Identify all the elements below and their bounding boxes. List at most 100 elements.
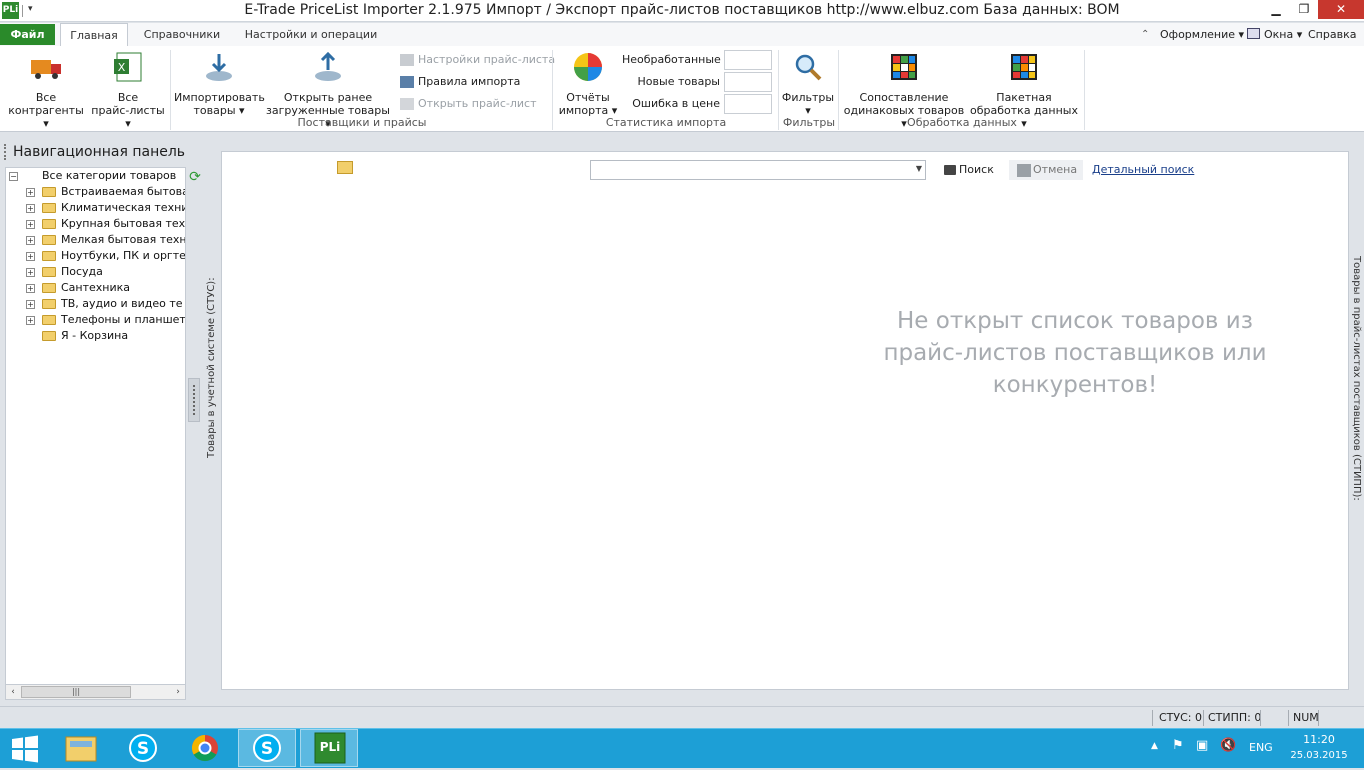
group-suppliers-label: Поставщики и прайсы (297, 116, 427, 129)
all-pricelists-button[interactable]: X Все прайс-листы ▾ (88, 50, 168, 130)
svg-text:X: X (118, 61, 126, 74)
tree-expand-icon[interactable]: + (26, 188, 35, 197)
rubik-cube-icon (891, 54, 917, 80)
open-pricelist-button[interactable]: Открыть прайс-лист (400, 94, 536, 114)
cancel-button[interactable]: Отмена (1009, 160, 1083, 180)
settings-icon (400, 54, 414, 66)
upload-icon (315, 51, 341, 81)
chevron-down-icon[interactable]: ▼ (916, 164, 922, 173)
tab-references[interactable]: Справочники (132, 23, 232, 46)
tree-root[interactable]: Все категории товаров (42, 168, 176, 184)
excel-icon: X (114, 52, 142, 82)
tree-item[interactable]: Телефоны и планшет (61, 312, 185, 328)
minimize-button[interactable]: ▁ (1262, 0, 1290, 19)
clock-date[interactable]: 25.03.2015 (1289, 750, 1349, 761)
folder-icon (42, 267, 56, 277)
import-goods-button[interactable]: Импортировать товары ▾ (174, 50, 265, 117)
import-reports-label-1: Отчёты (566, 91, 610, 104)
taskbar-pricelist-importer[interactable]: PLi (300, 729, 358, 767)
tree-expand-icon[interactable]: + (26, 268, 35, 277)
tab-settings[interactable]: Настройки и операции (236, 23, 386, 46)
windows-icon (1247, 28, 1260, 39)
svg-text:S: S (137, 739, 149, 759)
all-pricelists-label-2: прайс-листы ▾ (91, 104, 165, 130)
folder-icon (42, 251, 56, 261)
help-menu[interactable]: Справка ▾ (1308, 23, 1364, 64)
clock-time[interactable]: 11:20 (1291, 733, 1347, 746)
empty-message-line-3: конкурентов! (992, 372, 1158, 398)
tab-file[interactable]: Файл (0, 24, 55, 45)
panel-grip[interactable] (4, 144, 7, 160)
taskbar-skype-2[interactable]: S (238, 729, 296, 767)
stipp-side-label[interactable]: Товары в прайс-листах поставщиков (СТИПП… (1351, 256, 1362, 501)
import-goods-label-1: Импортировать (174, 91, 265, 104)
tree-expand-icon[interactable]: + (26, 252, 35, 261)
close-button[interactable]: ✕ (1318, 0, 1364, 19)
folder-icon (42, 187, 56, 197)
ribbon-tabs: Файл Главная Справочники Настройки и опе… (0, 23, 1364, 64)
taskbar-skype-1[interactable]: S (114, 729, 172, 767)
tree-item[interactable]: ТВ, аудио и видео те (61, 296, 183, 312)
speaker-muted-icon[interactable]: 🔇 (1220, 738, 1236, 753)
match-goods-label-1: Сопоставление (859, 91, 949, 104)
tree-expand-icon[interactable]: + (26, 300, 35, 309)
tree-item[interactable]: Сантехника (61, 280, 130, 296)
tree-item[interactable]: Встраиваемая бытова (61, 184, 185, 200)
search-combobox[interactable]: ▼ (590, 160, 926, 180)
status-separator (1318, 710, 1319, 726)
tab-main[interactable]: Главная (60, 23, 128, 47)
tree-collapse-icon[interactable]: − (9, 172, 18, 181)
stus-side-label[interactable]: Товары в учетной системе (СТУС): (206, 277, 217, 458)
tree-item[interactable]: Ноутбуки, ПК и оргте (61, 248, 185, 264)
search-button[interactable]: Поиск (944, 161, 994, 179)
all-contractors-button[interactable]: Все контрагенты ▾ (6, 50, 86, 130)
import-reports-button[interactable]: Отчёты импорта ▾ (556, 50, 620, 117)
tree-item-basket[interactable]: Я - Корзина (61, 328, 128, 344)
filters-label: Фильтры (781, 91, 835, 104)
tree-expand-icon[interactable]: + (26, 204, 35, 213)
group-separator (838, 50, 839, 130)
windows-start-icon[interactable] (10, 735, 40, 763)
language-indicator[interactable]: ENG (1249, 741, 1273, 754)
tree-item[interactable]: Мелкая бытовая техн (61, 232, 185, 248)
taskbar-explorer[interactable] (52, 729, 110, 767)
filters-button[interactable]: Фильтры ▾ (780, 50, 836, 117)
tree-expand-icon[interactable]: + (26, 316, 35, 325)
tree-item[interactable]: Посуда (61, 264, 103, 280)
folder-icon (42, 299, 56, 309)
scroll-left-icon[interactable]: ‹ (6, 685, 20, 699)
tree-item[interactable]: Климатическая техни (61, 200, 185, 216)
batch-processing-label-1: Пакетная (996, 91, 1052, 104)
tree-item[interactable]: Крупная бытовая техн (61, 216, 185, 232)
import-icon (206, 54, 232, 81)
windows-menu[interactable]: Окна ▾ (1264, 23, 1302, 46)
category-tree[interactable]: − Все категории товаров + Встраиваемая бы… (5, 167, 186, 685)
search-input[interactable] (593, 162, 903, 178)
refresh-icon[interactable]: ⟳ (187, 169, 203, 185)
all-contractors-label-1: Все (35, 91, 57, 104)
skype-icon: S (129, 734, 157, 762)
tree-expand-icon[interactable]: + (26, 284, 35, 293)
network-icon[interactable]: ▣ (1196, 738, 1208, 753)
folder-icon (42, 219, 56, 229)
scroll-right-icon[interactable]: › (171, 685, 185, 699)
tree-expand-icon[interactable]: + (26, 220, 35, 229)
folder-icon (42, 331, 56, 341)
tray-expand-icon[interactable]: ▲ (1151, 741, 1158, 751)
taskbar-chrome[interactable] (176, 729, 234, 767)
collapse-ribbon-icon[interactable]: ⌃ (1141, 29, 1149, 40)
import-rules-button[interactable]: Правила импорта (400, 72, 520, 92)
pricelist-settings-button[interactable]: Настройки прайс-листа (400, 50, 555, 70)
flag-icon[interactable]: ⚑ (1172, 738, 1184, 753)
open-folder-icon[interactable] (337, 161, 353, 174)
rules-icon (400, 76, 414, 88)
splitter-grip (193, 385, 195, 415)
advanced-search-link[interactable]: Детальный поиск (1092, 161, 1194, 179)
cancel-icon (1017, 163, 1031, 177)
scroll-thumb[interactable]: ||| (21, 686, 131, 698)
tree-horizontal-scrollbar[interactable]: ‹ ||| › (5, 684, 186, 700)
design-menu[interactable]: Оформление ▾ (1160, 23, 1244, 46)
tree-expand-icon[interactable]: + (26, 236, 35, 245)
restore-button[interactable]: ❐ (1290, 0, 1318, 19)
import-rules-label: Правила импорта (418, 75, 521, 88)
